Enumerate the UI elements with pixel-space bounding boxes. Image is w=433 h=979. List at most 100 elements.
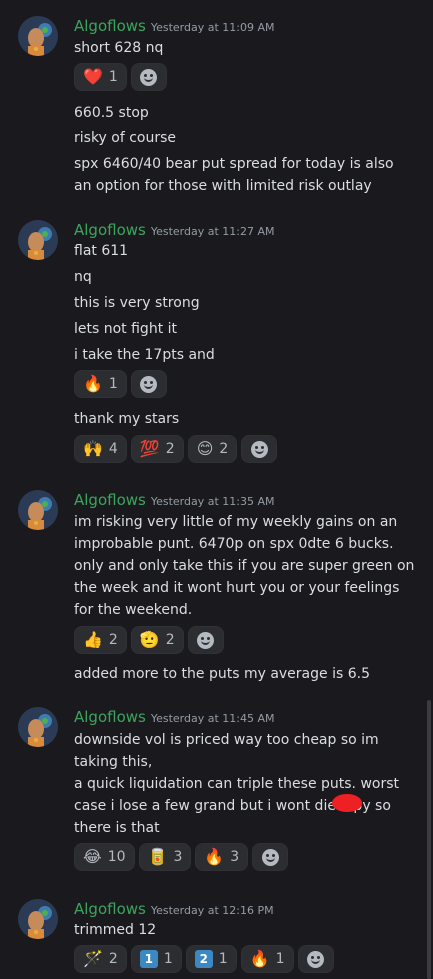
message-text: a quick liquidation can triple these put… xyxy=(74,776,400,792)
reaction-bar: 🔥 1 xyxy=(74,370,167,400)
message-text: there is that xyxy=(74,820,160,836)
fire-icon: 🔥 xyxy=(204,847,225,866)
message-text: y so xyxy=(362,798,391,814)
message-text: for the weekend. xyxy=(74,602,193,618)
reaction-count: 1 xyxy=(108,376,118,392)
tears-of-joy-icon: 😂 xyxy=(83,847,102,866)
message-text: flat 611 xyxy=(74,243,129,259)
message-text: thank my stars xyxy=(74,411,180,427)
add-reaction-icon xyxy=(197,631,215,649)
reaction-keycap-one[interactable]: 1 1 xyxy=(130,945,182,973)
reaction-smiling-face[interactable]: 😊 2 xyxy=(187,435,238,463)
message-text: improbable punt. 6470p on spx 0dte 6 buc… xyxy=(74,536,394,552)
message-text: i take the 17pts and xyxy=(74,347,215,363)
reaction-keycap-two[interactable]: 2 1 xyxy=(185,945,237,973)
add-reaction-button[interactable] xyxy=(252,843,289,871)
message-header: Algoflows Yesterday at 11:35 AM xyxy=(74,490,275,510)
magic-wand-icon: 🪄 xyxy=(83,949,103,968)
message-header: Algoflows Yesterday at 11:09 AM xyxy=(74,16,275,36)
reaction-count: 10 xyxy=(107,849,126,865)
raised-hands-icon: 🙌 xyxy=(83,439,103,458)
reaction-count: 3 xyxy=(173,849,183,865)
canned-food-icon: 🥫 xyxy=(147,847,168,866)
reaction-raised-hands[interactable]: 🙌 4 xyxy=(74,435,127,463)
add-reaction-icon xyxy=(250,440,268,458)
add-reaction-icon xyxy=(140,68,158,86)
add-reaction-button[interactable] xyxy=(187,626,224,654)
message-text: im risking very little of my weekly gain… xyxy=(74,514,398,530)
timestamp: Yesterday at 11:45 AM xyxy=(150,712,275,725)
message-text: nq xyxy=(74,269,92,285)
message-text: the week and it wont hurt you or your fe… xyxy=(74,580,400,596)
avatar[interactable] xyxy=(18,16,58,56)
message-text: this is very strong xyxy=(74,295,200,311)
add-reaction-icon xyxy=(261,848,279,866)
timestamp: Yesterday at 11:35 AM xyxy=(150,495,275,508)
message-text-line: case i lose a few grand but i wont die a… xyxy=(74,794,391,817)
reaction-magic-wand[interactable]: 🪄 2 xyxy=(74,945,127,973)
add-reaction-button[interactable] xyxy=(241,435,278,463)
username[interactable]: Algoflows xyxy=(74,708,146,726)
reaction-count: 3 xyxy=(230,849,240,865)
add-reaction-icon xyxy=(140,375,158,393)
keycap-two-icon: 2 xyxy=(194,950,213,968)
username[interactable]: Algoflows xyxy=(74,17,146,35)
reaction-tears-of-joy[interactable]: 😂 10 xyxy=(74,843,135,871)
message-text: added more to the puts my average is 6.5 xyxy=(74,666,370,682)
thumbs-up-icon: 👍 xyxy=(83,630,103,649)
reaction-fire[interactable]: 🔥 1 xyxy=(74,370,127,398)
hundred-points-icon: 💯 xyxy=(139,439,160,458)
reaction-bar: ❤️ 1 xyxy=(74,63,167,93)
reaction-bar: 👍 2 🫡 2 xyxy=(74,626,224,656)
timestamp: Yesterday at 11:09 AM xyxy=(150,21,275,34)
red-heart-icon: ❤️ xyxy=(83,67,103,86)
message-text: downside vol is priced way too cheap so … xyxy=(74,732,379,748)
add-reaction-icon xyxy=(307,950,325,968)
keycap-one-icon: 1 xyxy=(139,950,158,968)
add-reaction-button[interactable] xyxy=(130,370,167,398)
add-reaction-button[interactable] xyxy=(297,945,334,973)
message-text: an option for those with limited risk ou… xyxy=(74,178,372,194)
message-text: risky of course xyxy=(74,130,177,146)
reaction-heart[interactable]: ❤️ 1 xyxy=(74,63,127,91)
reaction-count: 1 xyxy=(163,951,173,967)
message-text: taking this, xyxy=(74,754,153,770)
reaction-count: 2 xyxy=(165,441,175,457)
reaction-count: 2 xyxy=(165,632,175,648)
reaction-thumbs-up[interactable]: 👍 2 xyxy=(74,626,127,654)
avatar[interactable] xyxy=(18,707,58,747)
message-header: Algoflows Yesterday at 11:27 AM xyxy=(74,220,275,240)
add-reaction-button[interactable] xyxy=(130,63,167,91)
scrollbar-thumb[interactable] xyxy=(427,700,431,979)
message-text: spx 6460/40 bear put spread for today is… xyxy=(74,156,394,172)
reaction-hundred[interactable]: 💯 2 xyxy=(130,435,184,463)
reaction-saluting-face[interactable]: 🫡 2 xyxy=(130,626,184,654)
reaction-bar: 🙌 4 💯 2 😊 2 xyxy=(74,435,278,465)
message-text: lets not fight it xyxy=(74,321,178,337)
timestamp: Yesterday at 11:27 AM xyxy=(150,225,275,238)
message-text: only and only take this if you are super… xyxy=(74,558,415,574)
username[interactable]: Algoflows xyxy=(74,221,146,239)
reaction-count: 1 xyxy=(275,951,285,967)
reaction-bar: 😂 10 🥫 3 🔥 3 xyxy=(74,843,289,873)
avatar[interactable] xyxy=(18,899,58,939)
avatar[interactable] xyxy=(18,220,58,260)
reaction-fire[interactable]: 🔥 3 xyxy=(195,843,249,871)
message-text: case i lose a few grand but i wont die a… xyxy=(74,798,363,814)
avatar[interactable] xyxy=(18,490,58,530)
reaction-fire[interactable]: 🔥 1 xyxy=(240,945,294,973)
fire-icon: 🔥 xyxy=(83,374,103,393)
timestamp: Yesterday at 12:16 PM xyxy=(150,904,274,917)
reaction-bar: 🪄 2 1 1 2 1 🔥 1 xyxy=(74,945,334,975)
message-header: Algoflows Yesterday at 11:45 AM xyxy=(74,707,275,727)
fire-icon: 🔥 xyxy=(249,949,270,968)
username[interactable]: Algoflows xyxy=(74,491,146,509)
username[interactable]: Algoflows xyxy=(74,900,146,918)
reaction-count: 2 xyxy=(219,441,229,457)
message-header: Algoflows Yesterday at 12:16 PM xyxy=(74,899,274,919)
reaction-count: 2 xyxy=(108,951,118,967)
reaction-count: 1 xyxy=(108,69,118,85)
chat-message-list[interactable]: Algoflows Yesterday at 11:09 AM short 628… xyxy=(0,0,433,979)
reaction-canned-food[interactable]: 🥫 3 xyxy=(138,843,192,871)
saluting-face-icon: 🫡 xyxy=(139,630,160,649)
